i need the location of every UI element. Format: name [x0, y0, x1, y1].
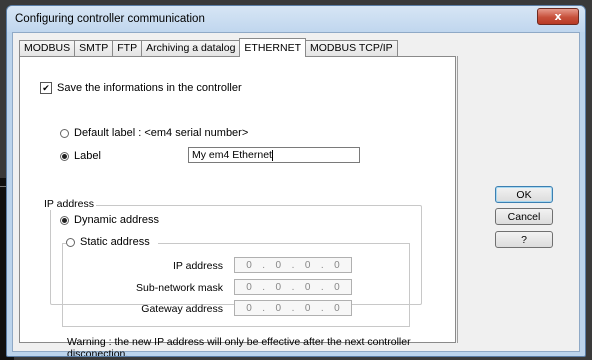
ip-octet: 0	[275, 259, 282, 271]
default-label-radio[interactable]	[60, 128, 69, 138]
mask-octet: 0	[246, 281, 252, 293]
close-button[interactable]: x	[537, 8, 579, 25]
checkbox-box[interactable]: ✔	[40, 82, 52, 94]
cancel-button[interactable]: Cancel	[495, 208, 553, 225]
save-in-controller-checkbox[interactable]: ✔ Save the informations in the controlle…	[40, 82, 242, 94]
ethernet-panel: ✔ Save the informations in the controlle…	[19, 56, 456, 356]
close-icon: x	[554, 10, 562, 23]
window-title: Configuring controller communication	[15, 13, 205, 25]
label-radio-text: Label	[74, 150, 101, 162]
static-address-option[interactable]: Static address	[66, 236, 158, 248]
ip-separator: .	[262, 281, 266, 293]
ip-separator: .	[320, 259, 324, 271]
ip-octet: 0	[304, 259, 311, 271]
ip-octet: 0	[334, 259, 340, 271]
gateway-octet: 0	[246, 302, 252, 314]
tab-ftp[interactable]: FTP	[112, 40, 143, 56]
subnet-mask-field[interactable]: 0. 0. 0. 0	[234, 279, 352, 295]
mask-octet: 0	[334, 281, 340, 293]
title-bar[interactable]: Configuring controller communication x	[7, 6, 585, 32]
ip-separator: .	[291, 302, 295, 314]
vertical-separator	[457, 56, 458, 343]
ip-separator: .	[320, 302, 324, 314]
tab-ethernet[interactable]: ETHERNET	[239, 38, 307, 57]
gateway-octet: 0	[304, 302, 311, 314]
gateway-address-field[interactable]: 0. 0. 0. 0	[234, 300, 352, 316]
help-button[interactable]: ?	[495, 231, 553, 248]
mask-octet: 0	[275, 281, 282, 293]
gateway-octet: 0	[334, 302, 340, 314]
ip-separator: .	[291, 259, 295, 271]
static-address-radio[interactable]	[66, 237, 75, 247]
ok-button[interactable]: OK	[495, 186, 553, 203]
ip-octet: 0	[246, 259, 252, 271]
text-caret	[271, 149, 273, 161]
ip-address-label: IP address	[172, 260, 223, 272]
dialog-window: Configuring controller communication x M…	[6, 5, 586, 357]
gateway-address-label: Gateway address	[141, 303, 223, 315]
default-label-text: Default label : <em4 serial number>	[74, 127, 249, 139]
ip-address-field[interactable]: 0. 0. 0. 0	[234, 257, 352, 273]
custom-label-option[interactable]: Label	[60, 150, 101, 162]
tab-strip: MODBUS SMTP FTP Archiving a datalog ETHE…	[19, 37, 398, 57]
dynamic-address-label: Dynamic address	[74, 214, 159, 226]
tab-smtp[interactable]: SMTP	[74, 40, 114, 56]
tab-modbus-tcpip[interactable]: MODBUS TCP/IP	[305, 40, 398, 56]
ip-separator: .	[291, 281, 295, 293]
ip-address-group-title: IP address	[42, 198, 97, 210]
tab-modbus[interactable]: MODBUS	[19, 40, 76, 56]
subnet-mask-label: Sub-network mask	[136, 282, 223, 294]
label-input[interactable]: My em4 Ethernet	[188, 147, 360, 163]
warning-text: Warning : the new IP address will only b…	[67, 336, 411, 357]
tab-archiving-datalog[interactable]: Archiving a datalog	[141, 40, 241, 56]
ip-separator: .	[262, 259, 266, 271]
dynamic-address-radio[interactable]	[60, 215, 69, 225]
label-input-value: My em4 Ethernet	[192, 149, 272, 161]
dynamic-address-option[interactable]: Dynamic address	[60, 214, 159, 226]
static-address-label: Static address	[80, 236, 150, 248]
label-radio[interactable]	[60, 151, 69, 161]
ip-separator: .	[320, 281, 324, 293]
ip-separator: .	[262, 302, 266, 314]
mask-octet: 0	[304, 281, 311, 293]
check-icon: ✔	[42, 83, 50, 93]
default-label-option[interactable]: Default label : <em4 serial number>	[60, 127, 248, 139]
gateway-octet: 0	[275, 302, 282, 314]
save-in-controller-label: Save the informations in the controller	[57, 82, 242, 94]
